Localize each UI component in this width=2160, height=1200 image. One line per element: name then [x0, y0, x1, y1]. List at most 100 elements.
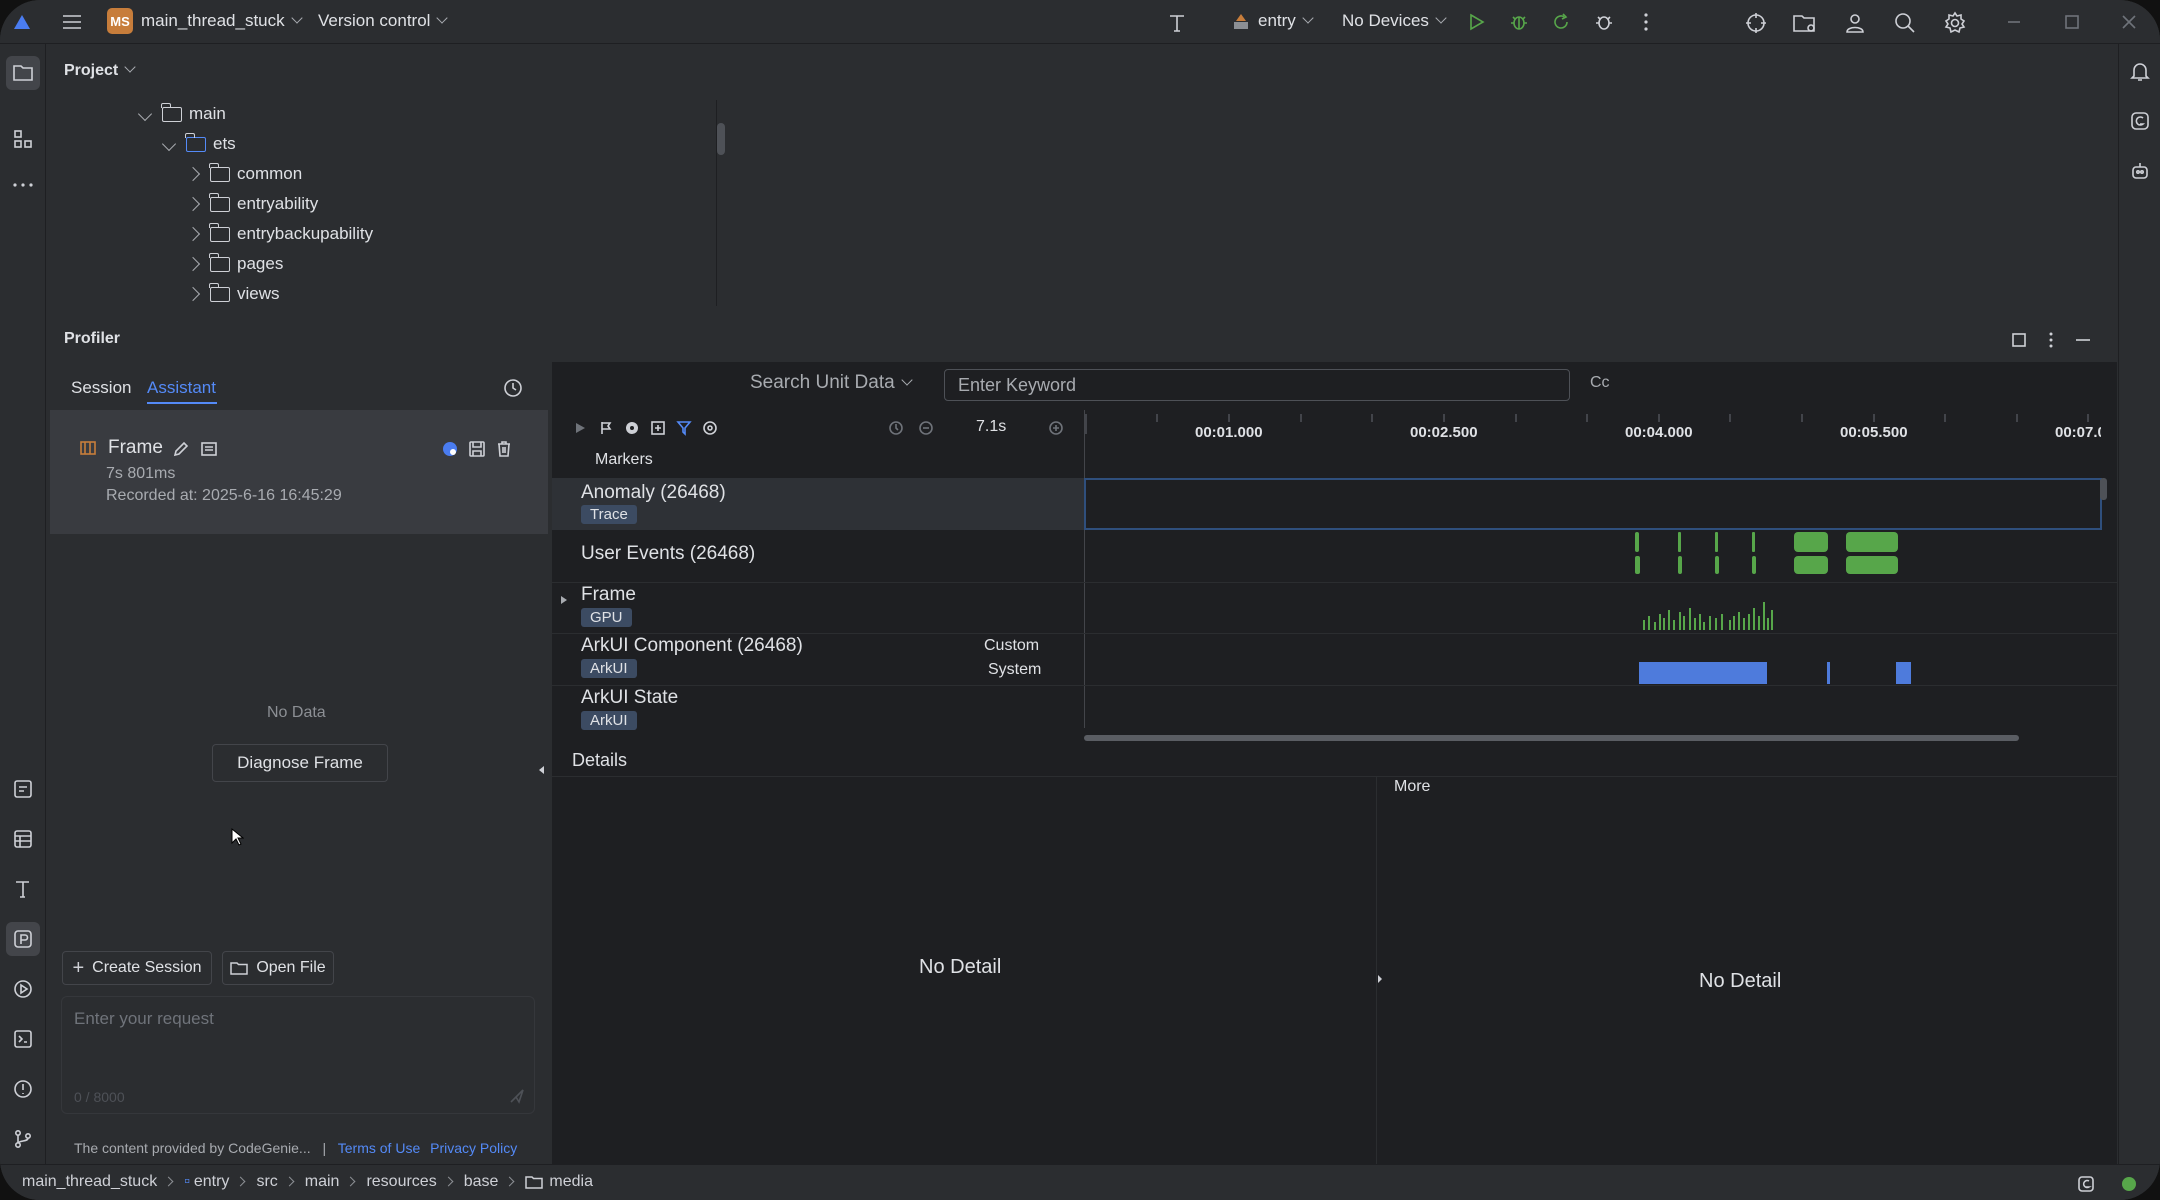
send-icon[interactable]: [506, 1085, 528, 1107]
breadcrumb-item[interactable]: resources: [366, 1173, 436, 1191]
keyword-search-input[interactable]: Enter Keyword: [944, 369, 1570, 401]
terminal-icon[interactable]: [6, 1022, 40, 1056]
project-scrollbar-thumb[interactable]: [717, 123, 725, 155]
search-mode-dropdown[interactable]: Search Unit Data: [750, 372, 911, 394]
open-file-button[interactable]: Open File: [222, 951, 334, 985]
save-icon[interactable]: [466, 438, 488, 460]
panel-options-icon[interactable]: [2041, 328, 2061, 352]
record-icon[interactable]: [622, 418, 642, 438]
track-anomaly[interactable]: Anomaly (26468) Trace: [552, 478, 1084, 530]
play-icon[interactable]: [570, 418, 590, 438]
request-input-box[interactable]: Enter your request 0 / 8000: [61, 996, 535, 1114]
rerun-icon[interactable]: [1547, 8, 1575, 36]
breadcrumb-item[interactable]: base: [464, 1173, 499, 1191]
diagnose-frame-button[interactable]: Diagnose Frame: [212, 744, 388, 782]
structure-icon[interactable]: [6, 122, 40, 156]
breadcrumb-item[interactable]: main_thread_stuck: [22, 1173, 157, 1191]
chevron-right-icon[interactable]: [185, 226, 201, 242]
project-folder-icon[interactable]: [6, 56, 40, 90]
codegenie-icon[interactable]: [2125, 106, 2155, 136]
build-icon[interactable]: [6, 872, 40, 906]
attach-debugger-icon[interactable]: [1590, 8, 1618, 36]
build-hammer-icon[interactable]: [1163, 8, 1193, 38]
ai-badge-icon[interactable]: [439, 438, 461, 460]
project-structure-icon[interactable]: [1790, 8, 1820, 38]
version-control-menu[interactable]: Version control: [318, 11, 446, 31]
tree-item-pages[interactable]: pages: [185, 250, 283, 278]
track-arkui-state[interactable]: ArkUI State ArkUI: [552, 686, 1084, 736]
git-icon[interactable]: [6, 1122, 40, 1156]
notes-icon[interactable]: [198, 438, 220, 460]
tab-assistant[interactable]: Assistant: [147, 378, 216, 398]
account-icon[interactable]: [1840, 8, 1870, 38]
breadcrumb-item[interactable]: src: [256, 1173, 277, 1191]
collapse-left-icon[interactable]: [533, 760, 549, 780]
history-icon[interactable]: [499, 374, 527, 402]
project-selector[interactable]: main_thread_stuck: [141, 11, 301, 31]
maximize-window-icon[interactable]: [2058, 10, 2086, 34]
chevron-down-icon[interactable]: [161, 136, 177, 152]
track-frame[interactable]: Frame GPU: [552, 583, 1084, 633]
zoom-out-icon[interactable]: [916, 418, 936, 438]
device-selector[interactable]: No Devices: [1342, 11, 1445, 31]
track-scrollbar-thumb[interactable]: [2100, 478, 2107, 500]
more-tools-icon[interactable]: [6, 168, 40, 202]
match-case-toggle[interactable]: Cc: [1590, 374, 1610, 392]
zoom-in-icon[interactable]: [1046, 418, 1066, 438]
more-vertical-icon[interactable]: [1634, 8, 1658, 36]
breadcrumb-item[interactable]: media: [549, 1173, 593, 1191]
reset-zoom-icon[interactable]: [886, 418, 906, 438]
run-services-icon[interactable]: [6, 972, 40, 1006]
anomaly-lane-selected[interactable]: [1084, 478, 2102, 530]
tree-item-views[interactable]: views: [185, 280, 280, 308]
profiler-icon[interactable]: [6, 922, 40, 956]
problems-icon[interactable]: [6, 1072, 40, 1106]
minimize-window-icon[interactable]: [2000, 10, 2028, 34]
search-icon[interactable]: [1890, 8, 1920, 38]
debug-icon[interactable]: [1505, 8, 1533, 36]
chevron-right-icon[interactable]: [185, 196, 201, 212]
privacy-link[interactable]: Privacy Policy: [430, 1140, 517, 1156]
device-manager-icon[interactable]: [1741, 8, 1771, 38]
expand-right-icon[interactable]: [1374, 972, 1386, 986]
table-icon[interactable]: [6, 822, 40, 856]
breadcrumb-item[interactable]: entry: [194, 1173, 230, 1191]
notifications-bell-icon[interactable]: [2125, 56, 2155, 86]
chevron-right-icon[interactable]: [185, 256, 201, 272]
tree-item-entryability[interactable]: entryability: [185, 190, 318, 218]
terms-link[interactable]: Terms of Use: [338, 1140, 420, 1156]
track-arkui-component[interactable]: ArkUI Component (26468) ArkUI Custom Sys…: [552, 634, 1084, 684]
chevron-right-icon[interactable]: [185, 166, 201, 182]
maximize-panel-icon[interactable]: [2007, 328, 2031, 352]
hide-panel-icon[interactable]: [2071, 328, 2095, 352]
create-session-button[interactable]: + Create Session: [62, 951, 212, 985]
run-icon[interactable]: [1462, 8, 1490, 36]
edit-pencil-icon[interactable]: [170, 438, 192, 460]
timeline-settings-icon[interactable]: [700, 418, 720, 438]
tree-item-ets[interactable]: ets: [161, 130, 236, 158]
codegenie-status-icon[interactable]: [2074, 1172, 2098, 1196]
tree-item-entrybackupability[interactable]: entrybackupability: [185, 220, 373, 248]
assistant-robot-icon[interactable]: [2125, 156, 2155, 186]
delete-trash-icon[interactable]: [493, 438, 515, 460]
session-card[interactable]: Frame 7s 801ms Recorded at: 2025-6-16 16…: [50, 410, 548, 534]
main-menu-icon[interactable]: [58, 8, 86, 36]
flag-icon[interactable]: [596, 418, 616, 438]
tab-session[interactable]: Session: [71, 378, 131, 398]
more-label[interactable]: More: [1394, 778, 1430, 796]
timeline-hscrollbar[interactable]: [1084, 735, 2019, 741]
breadcrumb-item[interactable]: main: [305, 1173, 340, 1191]
tree-item-main[interactable]: main: [137, 100, 226, 128]
capture-icon[interactable]: [648, 418, 668, 438]
settings-gear-icon[interactable]: [1940, 8, 1970, 38]
todo-icon[interactable]: [6, 772, 40, 806]
expand-track-icon[interactable]: [556, 592, 572, 608]
module-selector[interactable]: entry: [1258, 11, 1312, 31]
close-window-icon[interactable]: [2115, 10, 2143, 34]
chevron-right-icon[interactable]: [185, 286, 201, 302]
project-panel-title[interactable]: Project: [64, 62, 134, 80]
track-user-events[interactable]: User Events (26468): [552, 532, 1084, 582]
filter-icon[interactable]: [674, 418, 694, 438]
chevron-down-icon[interactable]: [137, 106, 153, 122]
tree-item-common[interactable]: common: [185, 160, 302, 188]
